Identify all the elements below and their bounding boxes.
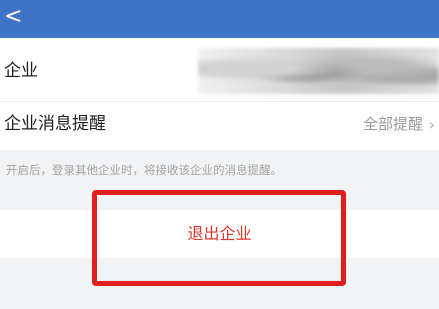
top-bar: < — [0, 0, 439, 38]
blurred-company-name — [198, 48, 439, 94]
notification-row[interactable]: 企业消息提醒 全部提醒 › — [0, 102, 439, 147]
chevron-right-icon: › — [428, 115, 435, 134]
highlight-box — [92, 190, 346, 286]
notification-value: 全部提醒 — [362, 115, 423, 133]
notification-hint: 开启后，登录其他企业时，将接收该企业的消息提醒。 — [6, 163, 282, 177]
notification-label: 企业消息提醒 — [4, 114, 106, 134]
back-icon[interactable]: < — [4, 5, 24, 29]
company-label: 企业 — [4, 61, 38, 81]
company-row: 企业 — [0, 48, 439, 94]
settings-panel: 企业 企业消息提醒 全部提醒 › — [0, 38, 439, 150]
